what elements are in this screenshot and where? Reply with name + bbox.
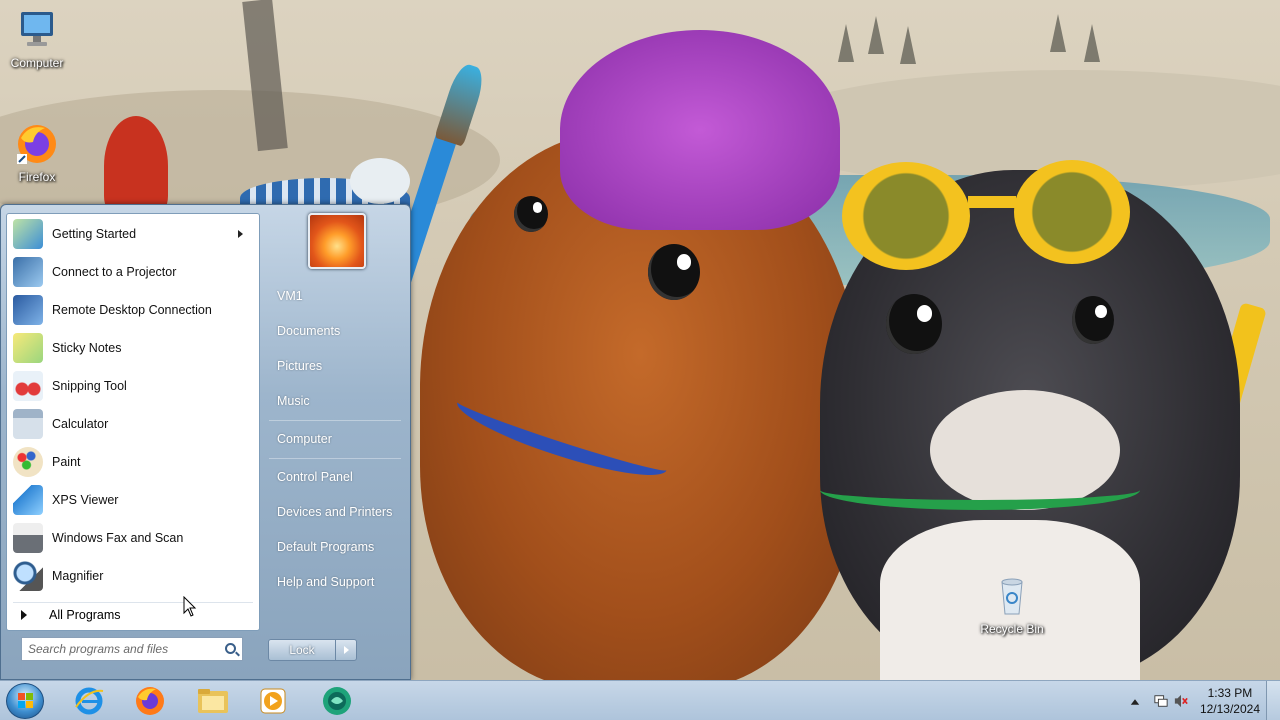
place-help-support[interactable]: Help and Support	[277, 575, 374, 589]
desktop-icon-recycle-bin[interactable]: Recycle Bin	[975, 574, 1049, 636]
program-remote-desktop[interactable]: Remote Desktop Connection	[13, 292, 253, 328]
shutdown-options-button[interactable]	[335, 639, 357, 661]
expand-arrow-icon	[21, 609, 27, 620]
place-documents[interactable]: Documents	[277, 324, 340, 338]
lock-label: Lock	[289, 643, 315, 657]
program-magnifier[interactable]: Magnifier	[13, 558, 253, 594]
start-menu: Getting Started Connect to a Projector R…	[0, 204, 411, 680]
getting-started-icon	[13, 219, 43, 249]
taskbar-file-explorer[interactable]	[184, 683, 242, 719]
show-desktop-button[interactable]	[1266, 681, 1280, 720]
taskbar-media-player[interactable]	[244, 683, 302, 719]
system-clock[interactable]: 1:33 PM 12/13/2024	[1200, 685, 1260, 717]
search-icon[interactable]	[225, 643, 236, 654]
magnifier-icon	[13, 561, 43, 591]
internet-explorer-icon	[75, 687, 104, 715]
network-icon[interactable]	[1154, 694, 1168, 708]
program-getting-started[interactable]: Getting Started	[13, 216, 253, 252]
place-pictures[interactable]: Pictures	[277, 359, 322, 373]
start-button[interactable]	[6, 683, 44, 719]
computer-icon	[15, 8, 59, 52]
mouse-cursor-icon	[183, 596, 197, 617]
program-fax-scan[interactable]: Windows Fax and Scan	[13, 520, 253, 556]
sticky-notes-icon	[13, 333, 43, 363]
taskbar-internet-explorer[interactable]	[60, 683, 118, 719]
volume-muted-icon[interactable]	[1174, 694, 1188, 708]
clock-time: 1:33 PM	[1207, 686, 1253, 700]
submenu-arrow-icon	[238, 230, 243, 238]
xps-viewer-icon	[13, 485, 43, 515]
desktop-icon-firefox[interactable]: Firefox	[0, 122, 74, 184]
taskbar-chat-app[interactable]	[308, 683, 366, 719]
places-divider	[269, 458, 401, 459]
places-divider	[269, 420, 401, 421]
search-input[interactable]: Search programs and files	[21, 637, 243, 661]
start-menu-programs-pane: Getting Started Connect to a Projector R…	[6, 213, 260, 631]
recycle-bin-icon	[990, 574, 1034, 618]
place-music[interactable]: Music	[277, 394, 310, 408]
fax-icon	[13, 523, 43, 553]
projector-icon	[13, 257, 43, 287]
program-sticky-notes[interactable]: Sticky Notes	[13, 330, 253, 366]
all-programs-button[interactable]: All Programs	[13, 602, 253, 626]
place-default-programs[interactable]: Default Programs	[277, 540, 374, 554]
place-computer[interactable]: Computer	[277, 432, 332, 446]
windows-logo-icon	[18, 693, 33, 708]
taskbar: 1:33 PM 12/13/2024	[0, 680, 1280, 720]
firefox-icon	[136, 687, 164, 715]
media-player-icon	[260, 688, 286, 714]
remote-desktop-icon	[13, 295, 43, 325]
scissors-icon	[13, 371, 43, 401]
desktop-icon-label: Firefox	[18, 170, 56, 184]
show-hidden-icons-icon[interactable]	[1128, 695, 1142, 709]
program-xps-viewer[interactable]: XPS Viewer	[13, 482, 253, 518]
paint-palette-icon	[13, 447, 43, 477]
desktop-icon-computer[interactable]: Computer	[0, 8, 74, 70]
program-snipping-tool[interactable]: Snipping Tool	[13, 368, 253, 404]
program-paint[interactable]: Paint	[13, 444, 253, 480]
firefox-icon	[15, 122, 59, 166]
clock-date: 12/13/2024	[1199, 702, 1260, 716]
taskbar-firefox[interactable]	[121, 683, 179, 719]
place-control-panel[interactable]: Control Panel	[277, 470, 353, 484]
place-user-folder[interactable]: VM1	[277, 289, 303, 303]
desktop-icon-label: Recycle Bin	[980, 622, 1044, 636]
lock-button[interactable]: Lock	[268, 639, 336, 661]
desktop-icon-label: Computer	[10, 56, 64, 70]
program-connect-projector[interactable]: Connect to a Projector	[13, 254, 253, 290]
file-explorer-icon	[198, 689, 228, 713]
search-placeholder: Search programs and files	[28, 642, 169, 656]
place-devices-printers[interactable]: Devices and Printers	[277, 505, 392, 519]
program-calculator[interactable]: Calculator	[13, 406, 253, 442]
calculator-icon	[13, 409, 43, 439]
user-picture[interactable]	[308, 213, 366, 269]
chat-app-icon	[323, 687, 351, 715]
